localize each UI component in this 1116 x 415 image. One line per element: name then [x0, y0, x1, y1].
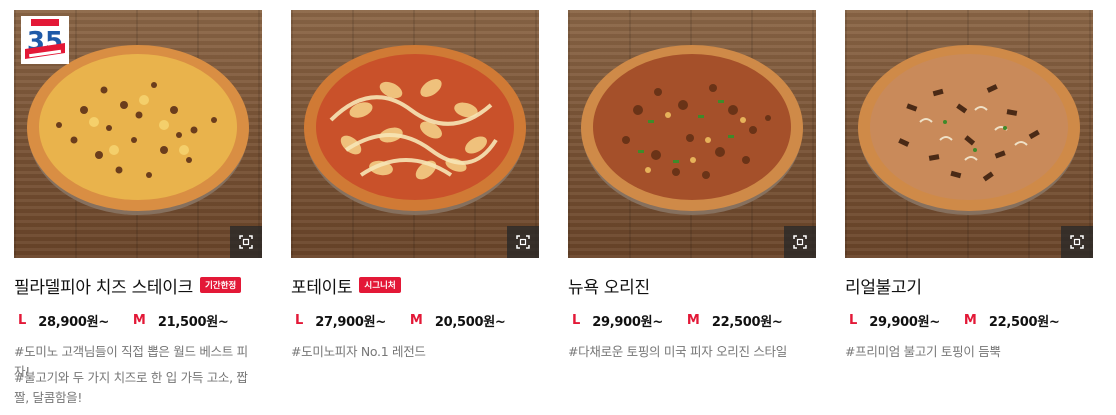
price-l: 27,900원~ [315, 314, 386, 330]
price-m: 21,500원~ [157, 314, 229, 330]
product-card-newyork[interactable]: 뉴욕 오리진 L 29,900원~ M 22,500원~ #다채로운 토핑의 미… [568, 10, 816, 359]
size-l-label: L [849, 312, 858, 328]
limited-time-badge: 기간한정 [199, 277, 242, 293]
product-card-bulgogi[interactable]: 리얼불고기 L 29,900원~ M 22,500원~ #프리미엄 불고기 토핑… [845, 10, 1093, 359]
product-image[interactable]: 35 [14, 10, 262, 258]
product-description-1: #프리미엄 불고기 토핑이 듬뿍 [845, 344, 1001, 359]
product-name-row: 필라델피아 치즈 스테이크 기간한정 [14, 273, 242, 298]
product-image[interactable] [568, 10, 816, 258]
product-description-1: #도미노피자 No.1 레전드 [291, 344, 426, 359]
price-m: 20,500원~ [434, 314, 506, 330]
price-row: L 27,900원~ M 20,500원~ [295, 311, 506, 330]
pizza-photo-icon [304, 45, 526, 215]
size-m-label: M [963, 312, 977, 328]
price-l: 28,900원~ [38, 314, 109, 330]
zoom-button[interactable] [507, 226, 539, 258]
price-l: 29,900원~ [592, 314, 663, 330]
product-card-potato[interactable]: 포테이토 시그니처 L 27,900원~ M 20,500원~ #도미노피자 N… [291, 10, 539, 359]
product-name-row: 뉴욕 오리진 [568, 273, 650, 298]
pizza-photo-icon [858, 45, 1080, 215]
product-image[interactable] [291, 10, 539, 258]
price-row: L 28,900원~ M 21,500원~ [18, 311, 229, 330]
product-card-philadelphia[interactable]: 35 필라델피아 치즈 스테이크 기간한정 L 28,900원~ M 21,50… [14, 10, 262, 405]
size-m-label: M [132, 312, 146, 328]
zoom-icon [516, 235, 530, 249]
size-l-label: L [572, 312, 581, 328]
price-l: 29,900원~ [869, 314, 940, 330]
product-name-row: 포테이토 시그니처 [291, 273, 401, 298]
product-description-2: #불고기와 두 가지 치즈로 한 입 가득 고소, 짭짤, 달콤함을! [14, 370, 248, 405]
price-row: L 29,900원~ M 22,500원~ [572, 311, 783, 330]
zoom-button[interactable] [230, 226, 262, 258]
product-name[interactable]: 포테이토 [291, 273, 353, 298]
price-m: 22,500원~ [711, 314, 783, 330]
size-l-label: L [18, 312, 27, 328]
product-description-1: #다채로운 토핑의 미국 피자 오리진 스타일 [568, 344, 787, 359]
product-grid: 35 필라델피아 치즈 스테이크 기간한정 L 28,900원~ M 21,50… [14, 10, 1104, 410]
size-m-label: M [409, 312, 423, 328]
price-m: 22,500원~ [988, 314, 1060, 330]
pizza-photo-icon [581, 45, 803, 215]
zoom-button[interactable] [784, 226, 816, 258]
product-name[interactable]: 뉴욕 오리진 [568, 273, 650, 298]
size-m-label: M [686, 312, 700, 328]
zoom-icon [1070, 235, 1084, 249]
zoom-icon [239, 235, 253, 249]
size-l-label: L [295, 312, 304, 328]
anniversary-logo-icon: 35 [25, 19, 65, 59]
signature-badge: 시그니처 [359, 277, 401, 293]
zoom-icon [793, 235, 807, 249]
product-name[interactable]: 리얼불고기 [845, 273, 922, 298]
zoom-button[interactable] [1061, 226, 1093, 258]
product-image[interactable] [845, 10, 1093, 258]
price-row: L 29,900원~ M 22,500원~ [849, 311, 1060, 330]
product-name-row: 리얼불고기 [845, 273, 922, 298]
product-name[interactable]: 필라델피아 치즈 스테이크 [14, 273, 193, 298]
35th-anniversary-badge: 35 [21, 16, 69, 64]
